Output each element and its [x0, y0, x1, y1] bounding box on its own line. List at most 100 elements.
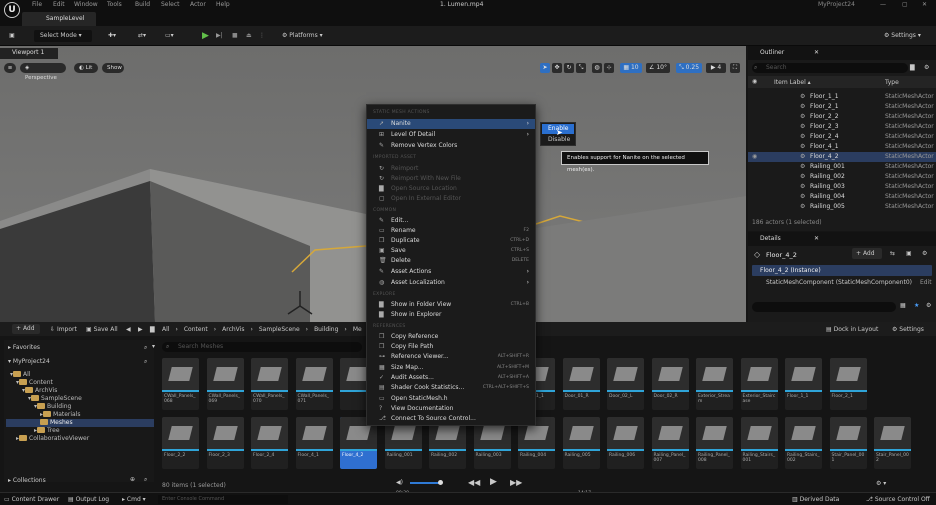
play-icon[interactable]: ▶: [202, 30, 209, 42]
menu-open-source-location[interactable]: ▇ Open Source Location: [367, 184, 535, 194]
asset-tile[interactable]: CWall_Panels_069: [206, 358, 244, 410]
eject-icon[interactable]: ⏏: [246, 30, 252, 42]
breadcrumb-content[interactable]: Content: [184, 326, 208, 333]
outliner-row[interactable]: ⚙ Floor_2_4 StaticMeshActor: [748, 132, 936, 142]
source-control-button[interactable]: ⎇ Source Control Off: [866, 496, 930, 503]
asset-tile[interactable]: Floor_2_4: [251, 417, 288, 469]
maximize-icon[interactable]: ▢: [902, 1, 908, 8]
volume-icon[interactable]: ◀): [396, 479, 403, 486]
save-icon[interactable]: ▣: [6, 30, 18, 42]
close-icon[interactable]: ✕: [922, 1, 927, 8]
asset-tile[interactable]: Railing_006: [607, 417, 644, 469]
volume-slider[interactable]: [410, 482, 440, 484]
add-content-button[interactable]: + Add: [12, 324, 40, 334]
menu-open-staticmesh-h[interactable]: ▭ Open StaticMesh.h: [367, 394, 535, 404]
outliner-row[interactable]: ◉ ⚙ Floor_4_2 StaticMeshActor: [748, 152, 936, 162]
menu-shader-cook-statistics[interactable]: ▤ Shader Cook Statistics... CTRL+ALT+SHIFT…: [367, 383, 535, 393]
asset-tile[interactable]: Door_02_L: [607, 358, 644, 410]
move-tool-icon[interactable]: ✥: [552, 63, 562, 73]
tree-tree[interactable]: ▸ Tree: [34, 427, 60, 435]
project-search-icon[interactable]: ⌕: [144, 358, 147, 366]
breadcrumb-all[interactable]: All: [162, 326, 169, 333]
breadcrumb-samplescene[interactable]: SampleScene: [259, 326, 300, 333]
details-settings-icon[interactable]: ⚙: [922, 250, 927, 257]
menu-open-external-editor[interactable]: ▢ Open In External Editor: [367, 194, 535, 204]
outliner-row[interactable]: ⚙ Railing_003 StaticMeshActor: [748, 182, 936, 192]
console-input[interactable]: Enter Console Command: [158, 495, 288, 504]
menu-rename[interactable]: ▭ Rename F2: [367, 226, 535, 236]
cmd-dropdown[interactable]: ▸ Cmd ▾: [122, 496, 146, 503]
grid-snap-button[interactable]: ▦ 10: [620, 63, 642, 73]
stop-icon[interactable]: ■: [232, 30, 238, 42]
details-options-icon[interactable]: ⚙: [926, 302, 931, 309]
asset-tile[interactable]: Door_02_R: [651, 358, 689, 410]
property-matrix-icon[interactable]: ▦: [900, 302, 906, 309]
derived-data-button[interactable]: ▥ Derived Data: [792, 496, 839, 503]
tree-content[interactable]: ▾ Content: [16, 379, 53, 387]
outliner-row[interactable]: ⚙ Floor_4_1 StaticMeshActor: [748, 142, 936, 152]
lit-button[interactable]: ◐ Lit: [74, 63, 98, 73]
settings-button[interactable]: ⚙ Settings ▾: [884, 30, 932, 42]
menu-view-documentation[interactable]: ? View Documentation: [367, 404, 535, 414]
asset-tile[interactable]: Floor_2_3: [206, 417, 244, 469]
add-collection-icon[interactable]: ⊕: [130, 476, 135, 483]
menu-duplicate[interactable]: ❐ Duplicate CTRL+D: [367, 236, 535, 246]
details-search-input[interactable]: [752, 302, 896, 312]
cinematics-icon[interactable]: ▭▾: [165, 30, 183, 42]
outliner-row[interactable]: ⚙ Floor_2_1 StaticMeshActor: [748, 102, 936, 112]
type-column[interactable]: Type: [885, 79, 899, 86]
tree-samplescene[interactable]: ▾ SampleScene: [28, 395, 82, 403]
outliner-row[interactable]: ⚙ Railing_004 StaticMeshActor: [748, 192, 936, 202]
details-close-icon[interactable]: ✕: [814, 235, 819, 242]
menu-show-in-folder-view[interactable]: ▇ Show in Folder View CTRL+B: [367, 300, 535, 310]
favorites-section[interactable]: ▸ Favorites: [8, 344, 40, 351]
tree-materials[interactable]: ▸ Materials: [40, 411, 81, 419]
menu-edit[interactable]: Edit: [53, 1, 65, 8]
menu-actor[interactable]: Actor: [190, 1, 206, 8]
history-forward-icon[interactable]: ▶: [138, 326, 143, 333]
menu-select[interactable]: Select: [161, 1, 180, 8]
menu-copy-reference[interactable]: ❐ Copy Reference: [367, 332, 535, 342]
more-options-icon[interactable]: ⋮: [259, 30, 265, 42]
menu-copy-file-path[interactable]: ❐ Copy File Path: [367, 342, 535, 352]
scale-snap-button[interactable]: ⤡ 0.25: [676, 63, 702, 73]
component-edit-link[interactable]: Edit: [920, 279, 932, 286]
content-settings-button[interactable]: ⚙ Settings: [892, 326, 924, 333]
favorites-search-icon[interactable]: ⌕: [144, 344, 147, 352]
platforms-button[interactable]: ⚙ Platforms ▾: [282, 30, 332, 42]
asset-tile[interactable]: Exterior_Stream: [696, 358, 733, 410]
add-folder-icon[interactable]: ▇: [910, 64, 915, 71]
edit-blueprint-icon[interactable]: ▣: [906, 250, 912, 257]
outliner-search-input[interactable]: Search: [752, 63, 908, 73]
menu-edit[interactable]: ✎ Edit...: [367, 216, 535, 226]
surface-snap-icon[interactable]: ⊹: [604, 63, 614, 73]
tree-meshes[interactable]: Meshes: [6, 419, 154, 427]
outliner-close-icon[interactable]: ✕: [814, 49, 819, 56]
visibility-icon[interactable]: ◉: [752, 152, 757, 162]
tree-building[interactable]: ▾ Building: [34, 403, 71, 411]
asset-tile[interactable]: Floor_4_1: [295, 417, 333, 469]
tree-archvis[interactable]: ▾ ArchVis: [22, 387, 57, 395]
menu-connect-source-control[interactable]: ⎇ Connect To Source Control...: [367, 414, 535, 424]
viewport-menu-icon[interactable]: ≡: [4, 63, 16, 73]
fast-forward-icon[interactable]: ▶▶: [510, 478, 522, 487]
asset-tile[interactable]: Stair_Panel_001: [829, 417, 867, 469]
output-log-button[interactable]: ▤ Output Log: [68, 496, 109, 503]
asset-search-input[interactable]: Search Meshes: [162, 342, 362, 352]
menu-file[interactable]: File: [32, 1, 42, 8]
favorites-star-icon[interactable]: ★: [914, 302, 919, 309]
asset-tile[interactable]: Railing_Stairs_002: [785, 417, 822, 469]
content-drawer-button[interactable]: ▭ Content Drawer: [4, 496, 59, 503]
menu-save[interactable]: ▣ Save CTRL+S: [367, 246, 535, 256]
history-back-icon[interactable]: ◀: [126, 326, 131, 333]
component-row[interactable]: StaticMeshComponent (StaticMeshComponent…: [752, 277, 932, 288]
tree-collaborativeviewer[interactable]: ▸ CollaborativeViewer: [16, 435, 89, 443]
menu-tools[interactable]: Tools: [107, 1, 122, 8]
outliner-row[interactable]: ⚙ Railing_001 StaticMeshActor: [748, 162, 936, 172]
breadcrumb-meshes[interactable]: Me: [353, 326, 362, 333]
outliner-row[interactable]: ⚙ Floor_2_2 StaticMeshActor: [748, 112, 936, 122]
collections-search-icon[interactable]: ⌕: [144, 476, 147, 484]
outliner-settings-icon[interactable]: ⚙: [924, 64, 929, 71]
level-tab[interactable]: SampleLevel: [22, 12, 96, 26]
menu-build[interactable]: Build: [135, 1, 150, 8]
